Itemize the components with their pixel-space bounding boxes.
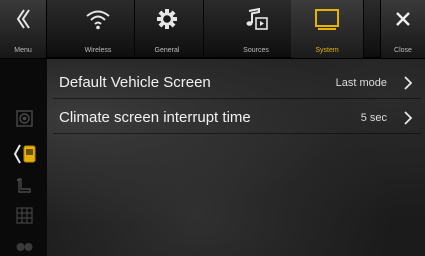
close-icon	[396, 12, 410, 26]
tab-wireless-label: Wireless	[84, 47, 112, 54]
setting-label: Climate screen interrupt time	[59, 109, 251, 126]
setting-value: Last mode	[335, 76, 387, 89]
grid-icon[interactable]	[16, 207, 33, 224]
tab-system-label: System	[315, 47, 339, 54]
settings-list: Default Vehicle Screen Last mode Climate…	[47, 59, 425, 256]
vehicle-screen-icon[interactable]	[13, 143, 39, 165]
monitor-icon	[315, 9, 339, 30]
list-item-default-vehicle-screen[interactable]: Default Vehicle Screen Last mode	[53, 67, 421, 99]
tab-sources-label: Sources	[243, 47, 269, 54]
list-item-climate-screen-interrupt-time[interactable]: Climate screen interrupt time 5 sec	[53, 102, 421, 134]
tab-wireless[interactable]: Wireless	[62, 0, 135, 58]
speaker-icon[interactable]	[16, 110, 33, 127]
chevron-right-icon	[404, 111, 413, 125]
tire-icon[interactable]	[16, 241, 33, 253]
tab-general[interactable]: General	[131, 0, 204, 58]
double-chevron-left-icon	[16, 9, 30, 29]
gear-icon	[157, 9, 177, 29]
seat-icon[interactable]	[16, 177, 33, 194]
menu-button[interactable]: Menu	[0, 0, 47, 58]
close-label: Close	[394, 47, 412, 54]
menu-label: Menu	[14, 47, 32, 54]
setting-value: 5 sec	[360, 111, 387, 124]
top-navigation-bar: Menu Wireless General Sources System Clo…	[0, 0, 425, 58]
setting-label: Default Vehicle Screen	[59, 74, 211, 91]
wifi-icon	[86, 10, 110, 30]
chevron-right-icon	[404, 76, 413, 90]
tab-system[interactable]: System	[291, 0, 364, 58]
tab-sources[interactable]: Sources	[220, 0, 293, 58]
close-button[interactable]: Close	[380, 0, 425, 58]
sidebar	[0, 59, 47, 256]
music-note-icon	[246, 8, 268, 30]
tab-general-label: General	[154, 47, 180, 54]
